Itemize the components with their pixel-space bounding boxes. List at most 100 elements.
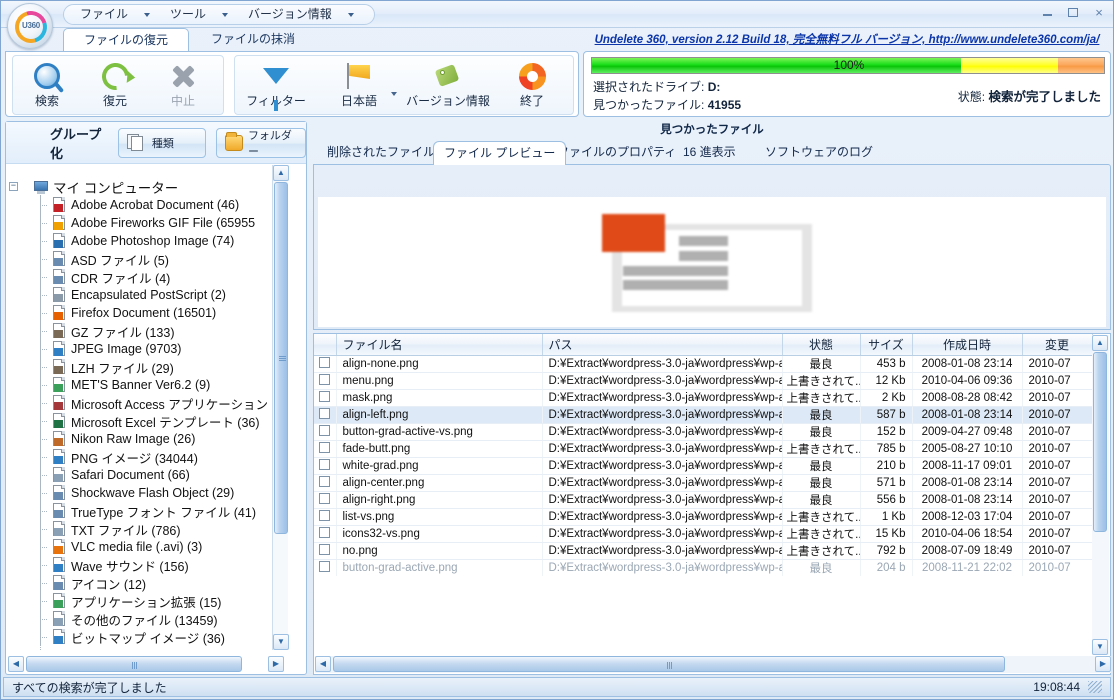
tree-item[interactable]: JPEG Image (9703) bbox=[7, 340, 288, 358]
table-row[interactable]: icons32-vs.png D:¥Extract¥wordpress-3.0-j… bbox=[314, 525, 1093, 543]
row-checkbox[interactable] bbox=[319, 373, 331, 385]
tree-item[interactable]: MET'S Banner Ver6.2 (9) bbox=[7, 376, 288, 394]
scroll-down-arrow[interactable]: ▼ bbox=[1092, 639, 1108, 655]
tab-software-log[interactable]: ソフトウェアのログ bbox=[755, 141, 883, 165]
stop-button[interactable]: 中止 bbox=[150, 57, 216, 113]
row-checkbox-cell[interactable] bbox=[314, 508, 337, 526]
tab-file-properties[interactable]: ファイルのプロパティ bbox=[547, 141, 686, 165]
table-row[interactable]: align-right.png D:¥Extract¥wordpress-3.0-… bbox=[314, 491, 1093, 509]
row-checkbox[interactable] bbox=[319, 458, 331, 470]
language-button[interactable]: 日本語 bbox=[318, 57, 400, 113]
scroll-left-arrow[interactable]: ◀ bbox=[315, 656, 331, 672]
row-checkbox-cell[interactable] bbox=[314, 355, 337, 373]
tab-file-preview[interactable]: ファイル プレビュー bbox=[433, 141, 567, 165]
tree-item[interactable]: Adobe Fireworks GIF File (65955 bbox=[7, 214, 288, 232]
row-checkbox[interactable] bbox=[319, 424, 331, 436]
tree-expander[interactable]: − bbox=[9, 182, 18, 191]
tree-item[interactable]: CDR ファイル (4) bbox=[7, 268, 288, 286]
tree-item[interactable]: Encapsulated PostScript (2) bbox=[7, 286, 288, 304]
row-checkbox[interactable] bbox=[319, 492, 331, 504]
file-type-tree[interactable]: − マイ コンピューター Adobe Acrobat Document (46)… bbox=[7, 165, 288, 650]
table-row[interactable]: white-grad.png D:¥Extract¥wordpress-3.0-j… bbox=[314, 457, 1093, 475]
column-header-modified[interactable]: 変更 bbox=[1022, 334, 1093, 356]
resize-grip-icon[interactable] bbox=[1088, 681, 1102, 693]
scroll-up-arrow[interactable]: ▲ bbox=[273, 165, 289, 181]
tree-item[interactable]: Adobe Photoshop Image (74) bbox=[7, 232, 288, 250]
tree-item[interactable]: TXT ファイル (786) bbox=[7, 520, 288, 538]
tree-item[interactable]: Shockwave Flash Object (29) bbox=[7, 484, 288, 502]
tab-deleted-files[interactable]: 削除されたファイル bbox=[317, 141, 445, 165]
group-by-folder-button[interactable]: フォルダー bbox=[215, 127, 306, 158]
tree-item[interactable]: Safari Document (66) bbox=[7, 466, 288, 484]
tree-item[interactable]: アイコン (12) bbox=[7, 574, 288, 592]
chevron-down-icon[interactable] bbox=[391, 92, 397, 96]
tree-item[interactable]: Microsoft Excel テンプレート (36) bbox=[7, 412, 288, 430]
tab-hex-view[interactable]: 16 進表示 bbox=[673, 141, 746, 165]
row-checkbox[interactable] bbox=[319, 407, 331, 419]
row-checkbox-cell[interactable] bbox=[314, 372, 337, 390]
row-checkbox-cell[interactable] bbox=[314, 406, 337, 424]
column-header-state[interactable]: 状態 bbox=[782, 334, 861, 356]
tree-horizontal-scrollbar[interactable]: ◀ ▶ bbox=[8, 656, 284, 672]
row-checkbox-cell[interactable] bbox=[314, 491, 337, 509]
row-checkbox-cell[interactable] bbox=[314, 474, 337, 492]
scroll-down-arrow[interactable]: ▼ bbox=[273, 634, 289, 650]
scroll-right-arrow[interactable]: ▶ bbox=[1095, 656, 1111, 672]
scroll-up-arrow[interactable]: ▲ bbox=[1092, 335, 1108, 351]
table-row[interactable]: align-left.png D:¥Extract¥wordpress-3.0-j… bbox=[314, 406, 1093, 424]
close-button[interactable]: × bbox=[1087, 3, 1111, 22]
tree-item[interactable]: ASD ファイル (5) bbox=[7, 250, 288, 268]
tree-item[interactable]: PNG イメージ (34044) bbox=[7, 448, 288, 466]
row-checkbox-cell[interactable] bbox=[314, 525, 337, 543]
tree-item[interactable]: その他のファイル (13459) bbox=[7, 610, 288, 628]
row-checkbox[interactable] bbox=[319, 560, 331, 572]
row-checkbox[interactable] bbox=[319, 390, 331, 402]
restore-button[interactable]: 復元 bbox=[82, 56, 148, 113]
maximize-button[interactable] bbox=[1061, 3, 1085, 22]
table-row[interactable]: button-grad-active.png D:¥Extract¥wordpre… bbox=[314, 559, 1093, 576]
tree-item[interactable]: LZH ファイル (29) bbox=[7, 358, 288, 376]
product-version-link[interactable]: Undelete 360, version 2.12 Build 18, 完全無… bbox=[583, 31, 1111, 49]
table-row[interactable]: align-none.png D:¥Extract¥wordpress-3.0-j… bbox=[314, 355, 1093, 373]
tree-scroll-thumb[interactable] bbox=[274, 182, 288, 534]
version-info-button[interactable]: バージョン情報 bbox=[402, 57, 494, 113]
search-button[interactable]: 検索 bbox=[14, 57, 80, 113]
row-checkbox-cell[interactable] bbox=[314, 559, 337, 576]
row-checkbox-cell[interactable] bbox=[314, 440, 337, 458]
tree-item[interactable]: Adobe Acrobat Document (46) bbox=[7, 196, 288, 214]
tree-item[interactable]: ビットマップ イメージ (36) bbox=[7, 628, 288, 646]
tree-item[interactable]: アプリケーション拡張 (15) bbox=[7, 592, 288, 610]
row-checkbox[interactable] bbox=[319, 509, 331, 521]
column-header-size[interactable]: サイズ bbox=[860, 334, 913, 356]
row-checkbox[interactable] bbox=[319, 356, 331, 368]
minimize-button[interactable] bbox=[1035, 3, 1059, 22]
filter-button[interactable]: フィルター bbox=[236, 57, 316, 113]
table-row[interactable]: list-vs.png D:¥Extract¥wordpress-3.0-ja¥w… bbox=[314, 508, 1093, 526]
tab-file-erase[interactable]: ファイルの抹消 bbox=[193, 28, 313, 51]
table-vertical-scrollbar[interactable]: ▲ ▼ bbox=[1092, 335, 1109, 655]
column-header-path[interactable]: パス bbox=[542, 334, 783, 356]
table-hscroll-thumb[interactable] bbox=[333, 656, 1005, 672]
table-horizontal-scrollbar[interactable]: ◀ ▶ bbox=[315, 656, 1111, 673]
menu-item-file[interactable]: ファイル bbox=[70, 5, 160, 24]
row-checkbox-cell[interactable] bbox=[314, 423, 337, 441]
tree-item[interactable]: Firefox Document (16501) bbox=[7, 304, 288, 322]
table-row[interactable]: mask.png D:¥Extract¥wordpress-3.0-ja¥word… bbox=[314, 389, 1093, 407]
tree-item[interactable]: Wave サウンド (156) bbox=[7, 556, 288, 574]
scroll-right-arrow[interactable]: ▶ bbox=[268, 656, 284, 672]
tree-item[interactable]: Nikon Raw Image (26) bbox=[7, 430, 288, 448]
menu-item-tools[interactable]: ツール bbox=[160, 5, 238, 24]
row-checkbox[interactable] bbox=[319, 526, 331, 538]
table-row[interactable]: no.png D:¥Extract¥wordpress-3.0-ja¥wordpr… bbox=[314, 542, 1093, 560]
tree-vertical-scrollbar[interactable]: ▲ ▼ bbox=[272, 165, 289, 650]
table-row[interactable]: menu.png D:¥Extract¥wordpress-3.0-ja¥word… bbox=[314, 372, 1093, 390]
row-checkbox-cell[interactable] bbox=[314, 389, 337, 407]
row-checkbox[interactable] bbox=[319, 441, 331, 453]
row-checkbox[interactable] bbox=[319, 475, 331, 487]
tree-item[interactable]: VLC media file (.avi) (3) bbox=[7, 538, 288, 556]
row-checkbox-cell[interactable] bbox=[314, 542, 337, 560]
table-row[interactable]: fade-butt.png D:¥Extract¥wordpress-3.0-ja… bbox=[314, 440, 1093, 458]
column-header-check[interactable] bbox=[314, 334, 337, 356]
row-checkbox-cell[interactable] bbox=[314, 457, 337, 475]
group-by-type-button[interactable]: 種類 bbox=[117, 127, 206, 158]
